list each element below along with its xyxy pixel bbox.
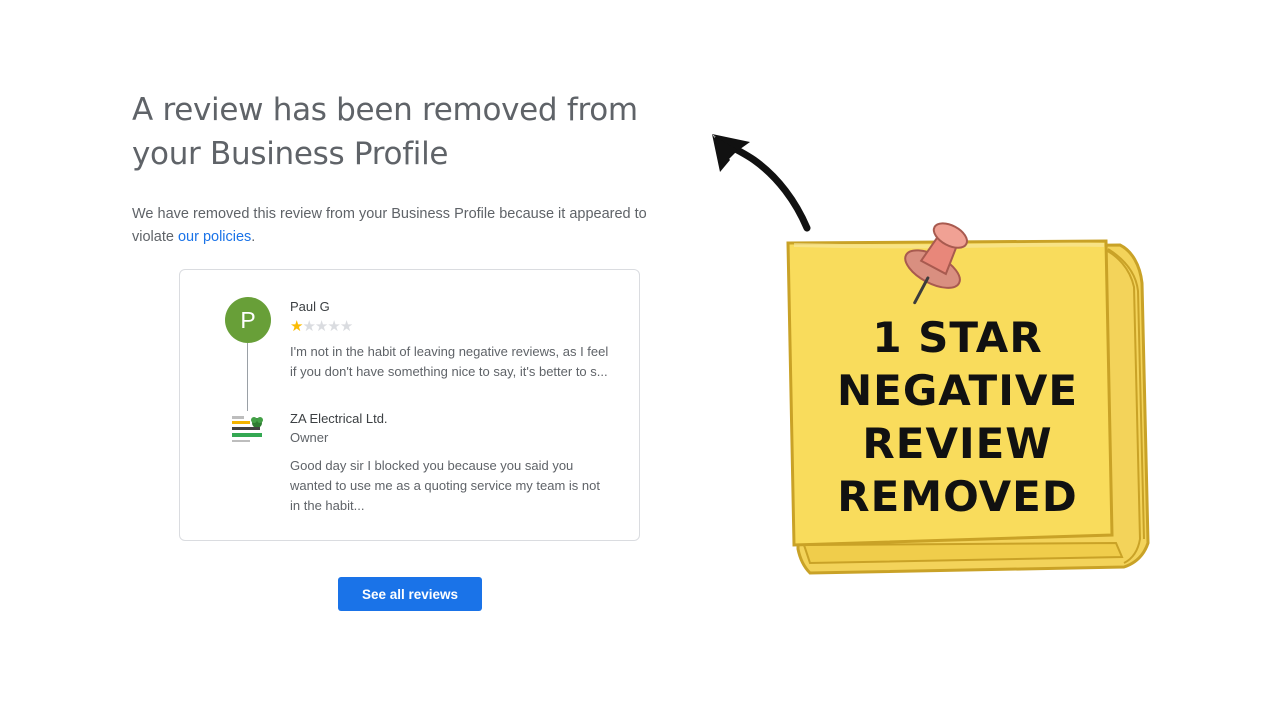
- sticky-note: 1 STAR NEGATIVE REVIEW REMOVED: [780, 205, 1160, 585]
- owner-logo-icon: [229, 414, 265, 448]
- star-icon-empty: ★: [339, 318, 353, 335]
- owner-reply-text: Good day sir I blocked you because you s…: [290, 458, 600, 513]
- note-line-4: REMOVED: [837, 472, 1078, 521]
- star-icon-empty: ★: [302, 318, 315, 335]
- policies-link[interactable]: our policies: [178, 229, 251, 245]
- star-icon-empty: ★: [314, 318, 328, 335]
- review-text: I'm not in the habit of leaving negative…: [290, 344, 609, 379]
- review-card: P Paul G ★★★★★ I'm not in the habit of l…: [179, 269, 640, 541]
- owner-role: Owner: [290, 430, 329, 445]
- note-line-1: 1 STAR: [872, 313, 1043, 362]
- star-icon-filled: ★: [290, 318, 303, 335]
- see-all-reviews-button[interactable]: See all reviews: [338, 577, 482, 611]
- star-icon-empty: ★: [327, 318, 340, 335]
- note-line-2: NEGATIVE: [836, 366, 1079, 415]
- removal-description: We have removed this review from your Bu…: [132, 203, 692, 249]
- sticky-note-text: 1 STAR NEGATIVE REVIEW REMOVED: [815, 311, 1100, 523]
- description-end: .: [251, 229, 256, 245]
- thread-connector: [247, 343, 248, 411]
- star-rating: ★★★★★: [290, 318, 353, 335]
- reviewer-name: Paul G: [290, 299, 330, 314]
- reviewer-avatar: P: [225, 297, 271, 343]
- owner-name: ZA Electrical Ltd.: [290, 411, 388, 426]
- page-title: A review has been removed from your Busi…: [132, 92, 638, 172]
- note-line-3: REVIEW: [862, 419, 1053, 468]
